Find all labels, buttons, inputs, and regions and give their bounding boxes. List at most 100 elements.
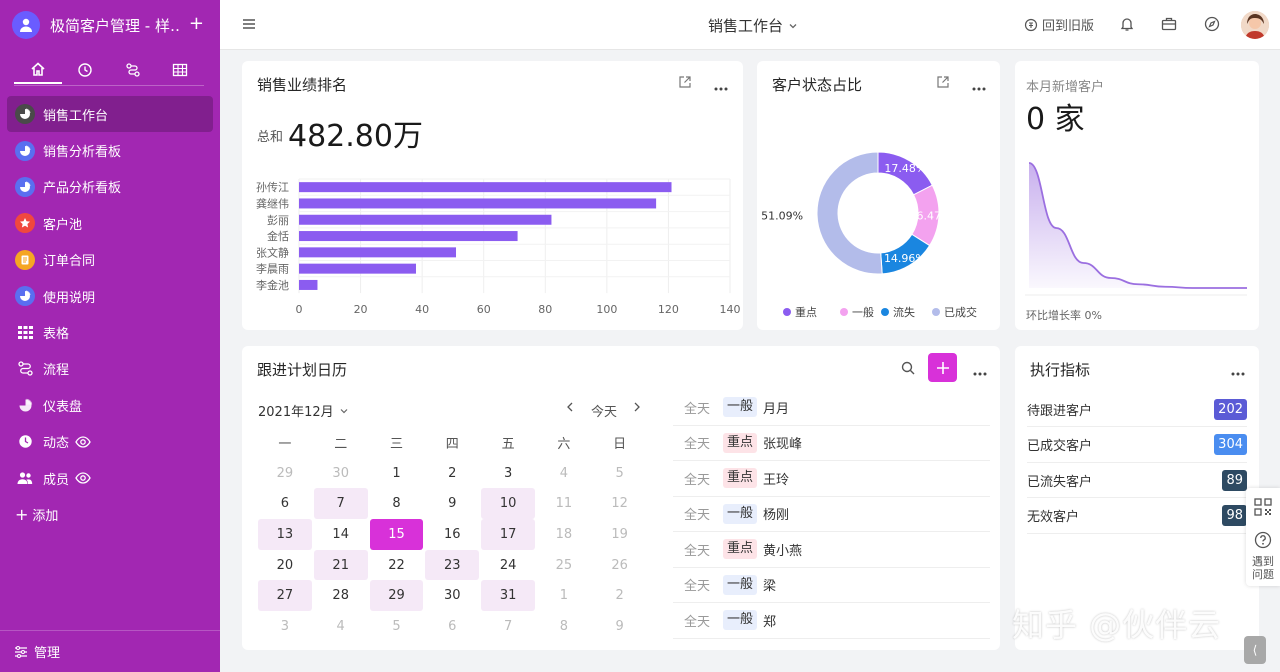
search-icon[interactable] — [901, 361, 915, 379]
manage-button[interactable]: 管理 — [0, 630, 220, 672]
event-row[interactable]: 全天 一般 杨刚 — [673, 497, 990, 532]
calendar-day[interactable]: 1 — [370, 458, 424, 489]
add-plan-button[interactable] — [928, 353, 957, 382]
calendar-day[interactable]: 24 — [481, 550, 535, 581]
month-selector[interactable]: 2021年12月 — [258, 401, 350, 420]
calendar-day[interactable]: 16 — [425, 519, 479, 550]
back-to-old-version-button[interactable]: 回到旧版 — [1024, 15, 1094, 34]
expand-icon[interactable] — [936, 75, 950, 93]
qr-code-icon[interactable] — [1254, 498, 1272, 520]
calendar-day[interactable]: 18 — [537, 519, 591, 550]
today-button[interactable]: 今天 — [591, 401, 617, 420]
calendar-day[interactable]: 25 — [537, 550, 591, 581]
add-menu-button[interactable]: + 添加 — [7, 496, 213, 532]
sidebar-item-7[interactable]: 流程 — [7, 351, 213, 387]
legend-label[interactable]: 重点 — [795, 305, 817, 319]
calendar-day[interactable]: 2 — [593, 580, 647, 611]
calendar-day[interactable]: 21 — [313, 549, 368, 581]
calendar-day-today[interactable]: 15 — [369, 519, 424, 550]
bar[interactable] — [299, 247, 457, 258]
sidebar-item-10[interactable]: 成员 — [7, 460, 213, 496]
event-row[interactable]: 全天 重点 王玲 — [673, 461, 990, 497]
sidebar-item-8[interactable]: 仪表盘 — [7, 387, 213, 423]
metric-row[interactable]: 无效客户 98 — [1027, 499, 1247, 534]
calendar-day[interactable]: 20 — [258, 550, 312, 581]
calendar-day[interactable]: 26 — [593, 550, 647, 581]
sidebar-item-3[interactable]: 客户池 — [7, 205, 213, 241]
calendar-day[interactable]: 22 — [370, 550, 424, 581]
bar[interactable] — [299, 198, 657, 209]
briefcase-icon[interactable] — [1161, 16, 1177, 36]
compass-icon[interactable] — [1204, 16, 1220, 36]
event-row[interactable]: 全天 一般 月月 — [673, 390, 990, 426]
tab-home[interactable] — [14, 56, 62, 84]
legend-label[interactable]: 流失 — [893, 305, 915, 319]
dashboard-selector[interactable]: 销售工作台 — [708, 15, 799, 36]
bar[interactable] — [299, 214, 552, 225]
sidebar-item-4[interactable]: 订单合同 — [7, 242, 213, 278]
calendar-day[interactable]: 5 — [593, 458, 647, 489]
calendar-day[interactable]: 6 — [258, 488, 312, 519]
tab-flow[interactable] — [109, 56, 157, 84]
event-row[interactable]: 全天 一般郑 — [673, 603, 990, 639]
bell-icon[interactable] — [1119, 16, 1135, 36]
bar[interactable] — [299, 263, 416, 274]
help-icon[interactable] — [1254, 531, 1272, 553]
user-icon[interactable] — [12, 11, 40, 39]
metric-row[interactable]: 已成交客户 304 — [1027, 428, 1247, 463]
legend-label[interactable]: 已成交 — [944, 305, 977, 319]
calendar-day[interactable]: 8 — [537, 611, 591, 642]
calendar-day[interactable]: 29 — [258, 458, 312, 489]
sidebar-item-1[interactable]: 销售分析看板 — [7, 132, 213, 168]
eye-icon[interactable] — [75, 436, 91, 448]
sidebar-item-5[interactable]: 使用说明 — [7, 278, 213, 314]
bar[interactable] — [299, 231, 518, 242]
calendar-day[interactable]: 30 — [425, 580, 479, 611]
tab-table[interactable] — [157, 56, 205, 84]
sidebar-item-2[interactable]: 产品分析看板 — [7, 169, 213, 205]
calendar-day[interactable]: 9 — [425, 488, 479, 519]
menu-toggle-icon[interactable] — [241, 16, 257, 36]
next-month-icon[interactable] — [632, 401, 642, 417]
tab-recent[interactable] — [62, 56, 110, 84]
app-title[interactable]: 极简客户管理 - 样… — [50, 15, 180, 36]
calendar-day[interactable]: 8 — [370, 488, 424, 519]
add-app-button[interactable]: + — [189, 14, 204, 34]
sidebar-item-9[interactable]: 动态 — [7, 424, 213, 460]
calendar-day[interactable]: 12 — [593, 488, 647, 519]
legend-label[interactable]: 一般 — [852, 306, 874, 319]
calendar-day[interactable]: 31 — [481, 580, 535, 612]
calendar-day[interactable]: 28 — [314, 580, 368, 611]
calendar-day[interactable]: 29 — [369, 580, 424, 612]
calendar-day[interactable]: 4 — [314, 611, 368, 642]
prev-month-icon[interactable] — [565, 401, 575, 417]
calendar-day[interactable]: 7 — [313, 488, 368, 520]
more-icon[interactable] — [714, 80, 728, 95]
calendar-day[interactable]: 17 — [481, 519, 535, 550]
calendar-day[interactable]: 1 — [537, 580, 591, 611]
calendar-day[interactable]: 5 — [370, 611, 424, 642]
avatar[interactable] — [1241, 11, 1269, 39]
calendar-day[interactable]: 30 — [314, 458, 368, 489]
calendar-day[interactable]: 6 — [425, 611, 479, 642]
more-icon[interactable] — [972, 80, 986, 95]
metric-row[interactable]: 待跟进客户 202 — [1027, 392, 1247, 427]
event-row[interactable]: 全天 重点 黄小燕 — [673, 532, 990, 568]
collapse-handle[interactable]: ⟨ — [1244, 636, 1266, 664]
more-icon[interactable] — [973, 365, 987, 380]
calendar-day[interactable]: 11 — [537, 488, 591, 519]
calendar-day[interactable]: 3 — [481, 458, 535, 489]
event-row[interactable]: 全天 一般梁 — [673, 568, 990, 603]
metric-row[interactable]: 已流失客户 89 — [1027, 463, 1247, 498]
calendar-day[interactable]: 4 — [537, 458, 591, 489]
calendar-day[interactable]: 27 — [258, 580, 312, 612]
eye-icon[interactable] — [75, 472, 91, 484]
sidebar-item-6[interactable]: 表格 — [7, 314, 213, 350]
donut-slice[interactable] — [816, 151, 883, 275]
calendar-day[interactable]: 19 — [593, 519, 647, 550]
event-row[interactable]: 全天 重点 张现峰 — [673, 426, 990, 461]
calendar-day[interactable]: 13 — [258, 519, 312, 550]
calendar-day[interactable]: 7 — [481, 611, 535, 642]
calendar-day[interactable]: 3 — [258, 611, 312, 642]
calendar-day[interactable]: 2 — [425, 458, 479, 489]
